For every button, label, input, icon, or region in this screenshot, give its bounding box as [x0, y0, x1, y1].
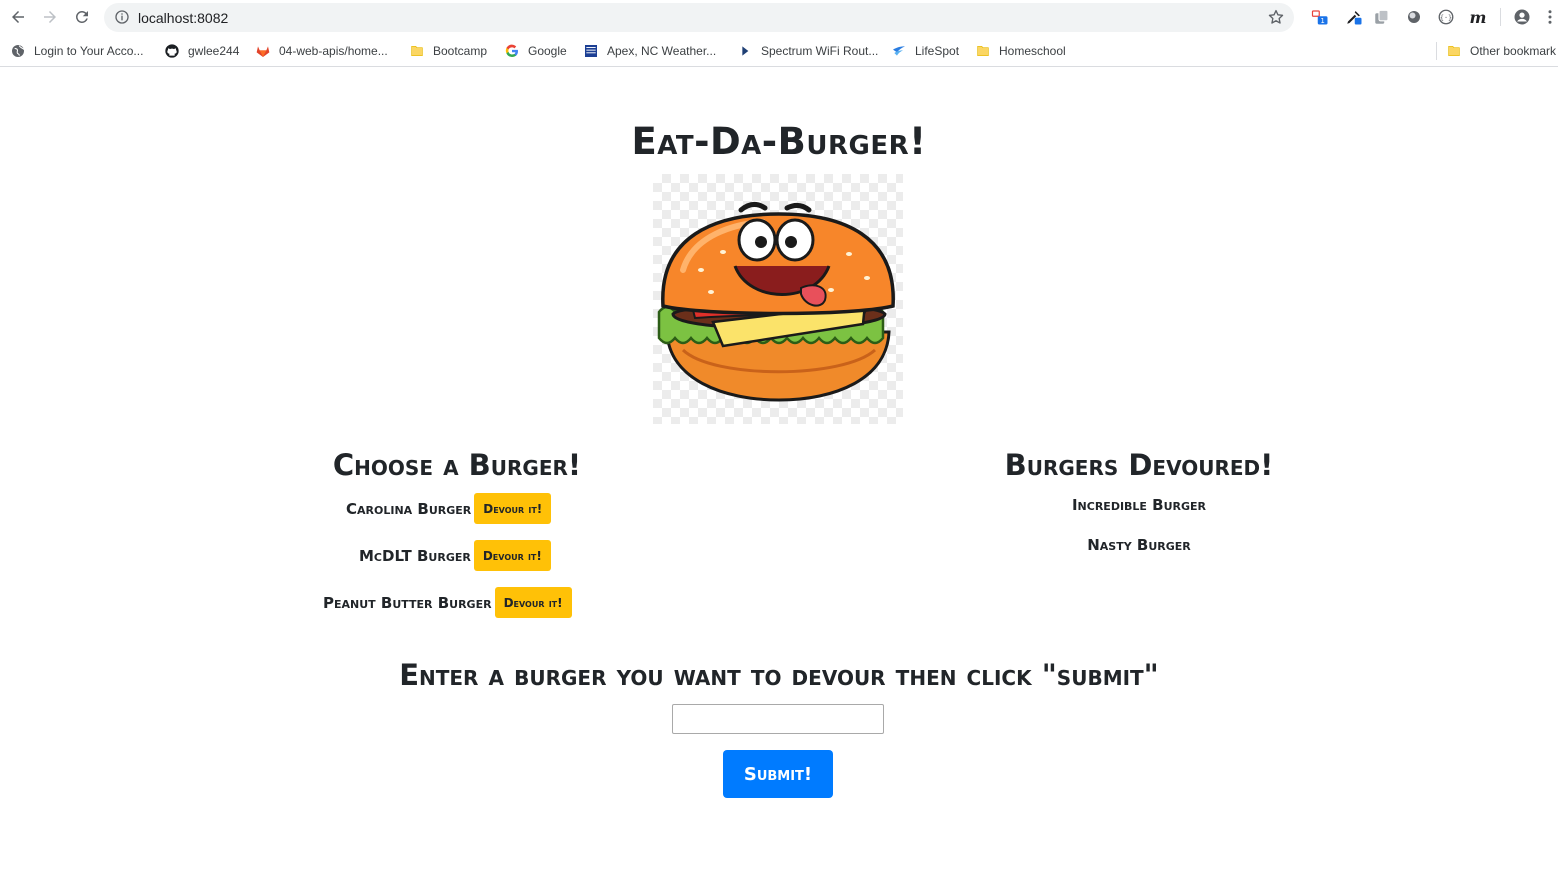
bookmark-gwlee244[interactable]: gwlee244: [164, 41, 239, 61]
extension-circle-icon[interactable]: [1404, 7, 1424, 27]
globe-icon: [10, 43, 26, 59]
bookmarks-divider: [1436, 42, 1437, 60]
bookmark-google[interactable]: Google: [504, 41, 567, 61]
folder-icon: [975, 43, 991, 59]
burger-name: Peanut Butter Burger: [323, 593, 492, 612]
burger-input[interactable]: [672, 704, 884, 734]
devour-button[interactable]: Devour it!: [494, 587, 572, 618]
form-prompt: Enter a burger you want to devour then c…: [399, 658, 1159, 692]
bookmark-homeschool[interactable]: Homeschool: [975, 41, 1066, 61]
gitlab-icon: [255, 43, 271, 59]
folder-icon: [409, 43, 425, 59]
bookmark-spectrum[interactable]: Spectrum WiFi Rout...: [737, 41, 878, 61]
github-icon: [164, 43, 180, 59]
arrow-left-icon: [12, 11, 24, 23]
devoured-burger-item: Nasty Burger: [1087, 536, 1191, 554]
extension-pages-icon[interactable]: [1372, 7, 1392, 27]
lifespot-icon: [891, 43, 907, 59]
reload-icon: [75, 10, 88, 23]
more-vert-icon: [1548, 10, 1552, 24]
back-button[interactable]: [6, 5, 30, 29]
bookmark-web-apis[interactable]: 04-web-apis/home...: [255, 41, 388, 61]
weather-channel-icon: [583, 43, 599, 59]
reload-button[interactable]: [70, 5, 94, 29]
bookmark-weather[interactable]: Apex, NC Weather...: [583, 41, 716, 61]
star-icon[interactable]: [1267, 8, 1285, 26]
bookmarks-bar: Login to Your Acco... gwlee244 04-web-ap…: [0, 35, 1558, 67]
page-title: Eat-Da-Burger!: [631, 120, 927, 163]
google-icon: [504, 43, 520, 59]
choose-burger-heading: Choose a Burger!: [332, 448, 582, 482]
arrow-right-icon: [44, 11, 56, 23]
bookmark-label: Homeschool: [999, 44, 1066, 58]
info-icon[interactable]: [114, 9, 130, 25]
list-item: Peanut Butter Burger Devour it!: [323, 587, 572, 618]
toolbar-divider: [1500, 8, 1501, 26]
bookmark-login[interactable]: Login to Your Acco...: [10, 41, 143, 61]
bookmark-label: Other bookmark: [1470, 44, 1557, 58]
burger-name: McDLT Burger: [359, 546, 471, 565]
bookmark-label: Google: [528, 44, 567, 58]
bookmark-label: gwlee244: [188, 44, 240, 58]
code-braces-icon: {·}: [1438, 9, 1454, 25]
bookmark-label: 04-web-apis/home...: [279, 44, 388, 58]
bookmark-label: Login to Your Acco...: [34, 44, 144, 58]
browser-toolbar: localhost:8082 1 {·} m: [0, 0, 1558, 35]
bookmark-label: LifeSpot: [915, 44, 960, 58]
burger-illustration: [657, 202, 895, 402]
extension-code-icon[interactable]: {·}: [1436, 7, 1456, 27]
svg-text:1: 1: [1320, 17, 1324, 25]
browser-menu-button[interactable]: [1540, 7, 1558, 27]
extension-tabs-icon[interactable]: 1: [1310, 7, 1330, 27]
devour-button[interactable]: Devour it!: [474, 493, 552, 524]
page-content: Eat-Da-Burger! Choose a Burger! Carolina…: [0, 68, 1558, 895]
list-item: Carolina Burger Devour it!: [346, 493, 552, 524]
pages-icon: [1375, 9, 1389, 24]
account-circle-icon: [1514, 9, 1530, 25]
m-letter-icon: m: [1469, 7, 1487, 27]
bookmark-bootcamp[interactable]: Bootcamp: [409, 41, 487, 61]
folder-icon: [1446, 43, 1462, 59]
submit-button[interactable]: Submit!: [723, 750, 833, 798]
burgers-devoured-heading: Burgers Devoured!: [1004, 448, 1274, 482]
other-bookmarks[interactable]: Other bookmark: [1446, 41, 1556, 61]
circle-extension-icon: [1408, 11, 1420, 23]
url-text[interactable]: localhost:8082: [138, 10, 228, 26]
bookmark-label: Spectrum WiFi Rout...: [761, 44, 879, 58]
bookmark-label: Bootcamp: [433, 44, 488, 58]
extension-m-icon[interactable]: m: [1468, 7, 1488, 27]
profile-button[interactable]: [1512, 7, 1532, 27]
cartoon-burger-image: [653, 174, 903, 424]
tabs-extension-icon: 1: [1311, 10, 1328, 25]
bookmark-lifespot[interactable]: LifeSpot: [891, 41, 959, 61]
play-icon: [737, 43, 753, 59]
forward-button[interactable]: [38, 5, 62, 29]
devoured-burger-item: Incredible Burger: [1071, 496, 1207, 514]
svg-text:{·}: {·}: [1440, 14, 1452, 22]
devour-button[interactable]: Devour it!: [473, 540, 551, 571]
eyedropper-icon: [1347, 11, 1362, 25]
extension-eyedropper-icon[interactable]: [1344, 7, 1364, 27]
bookmark-label: Apex, NC Weather...: [607, 44, 717, 58]
burger-name: Carolina Burger: [346, 499, 472, 518]
list-item: McDLT Burger Devour it!: [359, 540, 551, 571]
address-bar[interactable]: localhost:8082: [104, 3, 1294, 32]
